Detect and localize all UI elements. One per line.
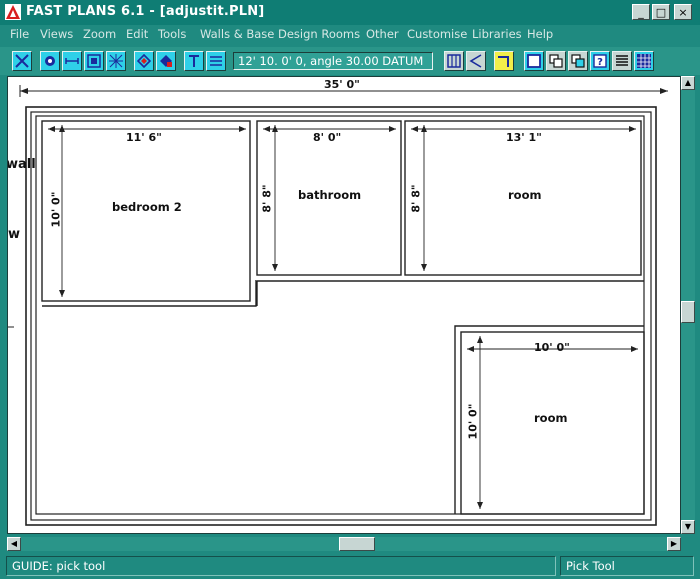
columns-button[interactable]: [444, 51, 464, 71]
menu-zoom[interactable]: Zoom: [83, 27, 116, 41]
grid-button[interactable]: [106, 51, 126, 71]
measure-icon: [65, 58, 79, 64]
room-1-label: room: [508, 188, 542, 202]
menu-design-rooms[interactable]: Design Rooms: [278, 27, 360, 41]
pattern-icon: [637, 54, 651, 68]
overall-width-label: 35' 0": [324, 78, 360, 91]
side-text-wall: wall: [7, 157, 36, 172]
arrow-left-icon: ◀: [10, 539, 18, 548]
pan-button[interactable]: [40, 51, 60, 71]
toolbar: 12' 10. 0' 0, angle 30.00 DATUM ?: [0, 47, 700, 75]
guide-status: GUIDE: pick tool: [6, 556, 556, 576]
window-zoom-button[interactable]: [84, 51, 104, 71]
pattern-button[interactable]: [634, 51, 654, 71]
menu-bar: File Views Zoom Edit Tools Walls & Base …: [0, 25, 700, 46]
vertical-scrollbar[interactable]: ▲ ▼: [681, 76, 695, 534]
drawing-canvas[interactable]: 35' 0" wall w 11' 6" 10' 0" bedroom 2 8'…: [7, 76, 681, 534]
corner-button[interactable]: [494, 51, 514, 71]
scroll-right-button[interactable]: ▶: [667, 537, 681, 551]
columns-icon: [447, 54, 461, 68]
window-title: FAST PLANS 6.1 - [adjustit.PLN]: [26, 4, 265, 19]
menu-help[interactable]: Help: [527, 27, 553, 41]
floor-plan[interactable]: [8, 77, 681, 534]
menu-views[interactable]: Views: [40, 27, 73, 41]
help-icon: ?: [593, 54, 607, 68]
arrow-up-icon: ▲: [684, 78, 692, 87]
grid-icon: [109, 54, 123, 68]
scroll-up-button[interactable]: ▲: [681, 76, 695, 90]
select-icon: [15, 54, 29, 68]
application-window: FAST PLANS 6.1 - [adjustit.PLN] _ □ × Fi…: [0, 0, 700, 579]
menu-libraries[interactable]: Libraries: [472, 27, 522, 41]
bedroom-2-width-label: 11' 6": [126, 131, 162, 144]
angle-button[interactable]: [466, 51, 486, 71]
bathroom-width-label: 8' 0": [313, 131, 342, 144]
help-button[interactable]: ?: [590, 51, 610, 71]
diamond-icon: [137, 54, 151, 68]
arrow-right-icon: ▶: [670, 539, 678, 548]
tool-status: Pick Tool: [560, 556, 694, 576]
diamond-button[interactable]: [134, 51, 154, 71]
lines-button[interactable]: [206, 51, 226, 71]
close-button[interactable]: ×: [674, 4, 692, 20]
paste-icon: [571, 54, 585, 68]
room-2-width-label: 10' 0": [534, 341, 570, 354]
vertical-scroll-thumb[interactable]: [681, 301, 695, 323]
menu-file[interactable]: File: [10, 27, 29, 41]
coordinate-readout: 12' 10. 0' 0, angle 30.00 DATUM: [233, 52, 433, 70]
scroll-down-button[interactable]: ▼: [681, 520, 695, 534]
status-bar: GUIDE: pick tool Pick Tool: [0, 554, 700, 579]
corner-icon: [498, 56, 509, 67]
menu-edit[interactable]: Edit: [126, 27, 148, 41]
room-2-label: room: [534, 411, 568, 425]
text-icon: [189, 55, 199, 67]
text-button[interactable]: [184, 51, 204, 71]
room-1-height-label: 8' 8": [409, 184, 423, 213]
side-text-w: w: [8, 227, 21, 242]
room-1-width-label: 13' 1": [506, 131, 542, 144]
rectangle-button[interactable]: [524, 51, 544, 71]
horizontal-scroll-thumb[interactable]: [339, 537, 375, 551]
bedroom-2-height-label: 10' 0": [49, 191, 63, 228]
list-button[interactable]: [612, 51, 632, 71]
bathroom-height-label: 8' 8": [260, 184, 274, 213]
app-logo-icon: [5, 4, 21, 20]
scroll-left-button[interactable]: ◀: [7, 537, 21, 551]
menu-tools[interactable]: Tools: [158, 27, 186, 41]
arrow-down-icon: ▼: [684, 522, 692, 531]
menu-walls-base[interactable]: Walls & Base: [200, 27, 274, 41]
measure-button[interactable]: [62, 51, 82, 71]
horizontal-scrollbar[interactable]: ◀ ▶: [7, 537, 681, 551]
svg-text:?: ?: [597, 57, 603, 68]
bedroom-2-label: bedroom 2: [112, 200, 182, 214]
paste-button[interactable]: [568, 51, 588, 71]
bathroom-label: bathroom: [298, 188, 362, 202]
room-2-height-label: 10' 0": [466, 403, 480, 440]
window-zoom-icon: [87, 54, 101, 68]
pan-icon: [45, 56, 55, 66]
lines-icon: [210, 56, 222, 66]
fill-button[interactable]: [156, 51, 176, 71]
minimize-button[interactable]: _: [632, 4, 650, 20]
copy-button[interactable]: [546, 51, 566, 71]
title-bar[interactable]: FAST PLANS 6.1 - [adjustit.PLN] _ □ ×: [0, 0, 700, 25]
maximize-button[interactable]: □: [652, 4, 670, 20]
menu-other[interactable]: Other: [366, 27, 399, 41]
list-icon: [616, 55, 628, 66]
fill-icon: [160, 55, 172, 67]
copy-icon: [549, 54, 563, 68]
angle-icon: [469, 54, 482, 68]
menu-customise[interactable]: Customise: [407, 27, 467, 41]
select-button[interactable]: [12, 51, 32, 71]
rectangle-icon: [527, 54, 541, 68]
